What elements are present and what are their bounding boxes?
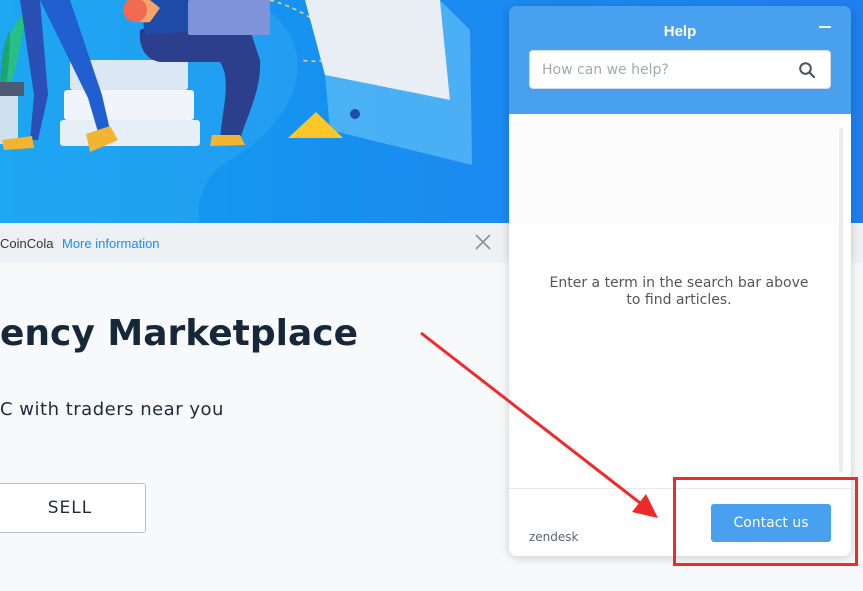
search-box xyxy=(529,50,831,89)
close-icon[interactable] xyxy=(473,232,493,252)
help-header: Help xyxy=(509,6,851,114)
help-message-line2: to find articles. xyxy=(626,292,732,308)
suggestions-area xyxy=(509,114,839,224)
sell-button[interactable]: SELL xyxy=(0,483,146,533)
zendesk-logo: zendesk xyxy=(529,530,579,544)
help-message: Enter a term in the search bar above to … xyxy=(529,275,829,309)
more-information-link[interactable]: More information xyxy=(62,236,160,251)
page-subtitle: C with traders near you xyxy=(0,399,224,420)
help-widget: Help Enter a term in the search bar abov… xyxy=(509,6,851,556)
scrollbar[interactable] xyxy=(839,128,843,472)
cookie-text: CoinCola xyxy=(0,236,54,251)
help-message-line1: Enter a term in the search bar above xyxy=(549,275,809,291)
minimize-icon[interactable] xyxy=(818,20,832,34)
page-title: ency Marketplace xyxy=(0,313,359,354)
help-title: Help xyxy=(663,23,697,40)
help-body: Enter a term in the search bar above to … xyxy=(509,114,851,488)
search-icon[interactable] xyxy=(798,61,816,79)
annotation-highlight-box xyxy=(673,477,858,566)
search-input[interactable] xyxy=(530,51,790,88)
